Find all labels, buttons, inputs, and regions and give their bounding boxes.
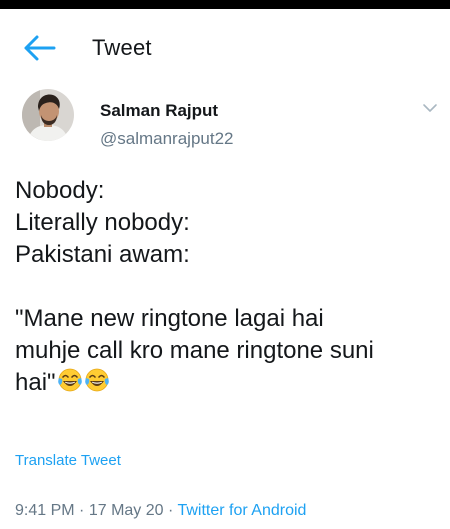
tweet-date: 17 May 20	[88, 502, 164, 519]
tweet-text-line: muhje call kro mane ringtone suni	[15, 337, 374, 364]
meta-separator: ·	[168, 502, 174, 519]
tweet-text-line: "Mane new ringtone lagai hai	[15, 305, 324, 332]
author-handle[interactable]: @salmanrajput22	[100, 129, 234, 149]
page-title: Tweet	[92, 35, 152, 60]
tweet-text-line-last: hai"	[15, 367, 440, 399]
tweet-source-link[interactable]: Twitter for Android	[177, 502, 306, 519]
tweet-metadata: 9:41 PM · 17 May 20 · Twitter for Androi…	[15, 502, 306, 520]
face-with-tears-of-joy-icon	[57, 367, 83, 393]
top-app-bar: Tweet	[0, 9, 450, 81]
avatar[interactable]	[22, 89, 74, 141]
tweet-text: Nobody: Literally nobody: Pakistani awam…	[15, 175, 440, 399]
chevron-down-icon	[423, 104, 437, 112]
face-with-tears-of-joy-icon	[84, 367, 110, 393]
tweet-text-line: Nobody:	[15, 177, 105, 204]
tweet-options-button[interactable]	[420, 101, 440, 115]
tweet-text-segment: hai"	[15, 369, 56, 396]
arrow-left-icon	[24, 35, 56, 61]
tweet-text-line: Pakistani awam:	[15, 241, 190, 268]
back-button[interactable]	[22, 34, 58, 62]
status-bar	[0, 0, 450, 9]
translate-tweet-link[interactable]: Translate Tweet	[15, 452, 121, 469]
tweet-time: 9:41 PM	[15, 502, 75, 519]
author-name[interactable]: Salman Rajput	[100, 101, 218, 121]
meta-separator: ·	[79, 502, 85, 519]
tweet-text-line: Literally nobody:	[15, 209, 190, 236]
